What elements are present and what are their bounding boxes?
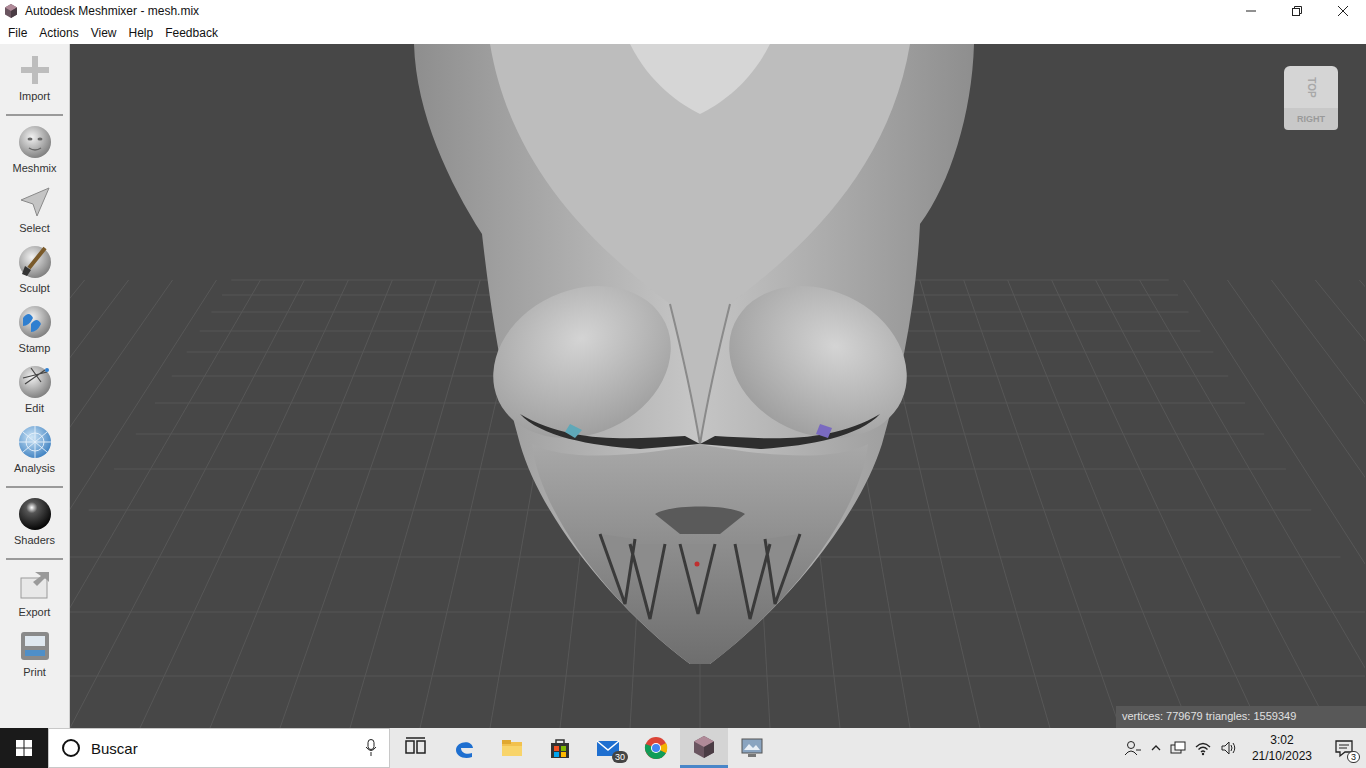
tool-label: Import xyxy=(19,90,50,102)
taskbar-app[interactable] xyxy=(632,728,680,768)
window-controls xyxy=(1228,0,1366,22)
system-tray: 3:0221/10/2023 3 xyxy=(1124,728,1366,768)
stamp-icon xyxy=(17,304,53,340)
chevron-up-icon[interactable] xyxy=(1150,739,1162,757)
clock[interactable]: 3:0221/10/2023 xyxy=(1246,732,1318,764)
menu-bar: FileActionsViewHelpFeedback xyxy=(0,22,1366,44)
taskbar-app[interactable] xyxy=(440,728,488,768)
export-icon xyxy=(17,568,53,604)
store-icon xyxy=(548,736,572,760)
tool-button[interactable]: Sculpt xyxy=(5,244,65,300)
tool-button[interactable]: Meshmix xyxy=(5,124,65,180)
clock-time: 3:02 xyxy=(1270,732,1293,748)
tool-label: Select xyxy=(19,222,50,234)
search-placeholder: Buscar xyxy=(91,740,355,757)
edit-icon xyxy=(17,364,53,400)
tool-button[interactable]: Shaders xyxy=(5,496,65,552)
taskbar-app[interactable] xyxy=(680,728,728,768)
tool-label: Analysis xyxy=(14,462,55,474)
view-cube[interactable]: TOPRIGHT xyxy=(1284,66,1338,130)
people-icon[interactable] xyxy=(1124,739,1142,757)
menu-item[interactable]: File xyxy=(2,26,33,40)
microphone-icon[interactable] xyxy=(365,739,377,757)
notification-center-button[interactable]: 3 xyxy=(1326,728,1362,768)
print-icon xyxy=(17,628,53,664)
taskview-icon xyxy=(404,736,428,760)
clock-date: 21/10/2023 xyxy=(1252,748,1312,764)
wifi-icon[interactable] xyxy=(1194,739,1212,757)
menu-item[interactable]: Help xyxy=(123,26,160,40)
tool-label: Meshmix xyxy=(12,162,56,174)
tool-button[interactable]: Import xyxy=(5,52,65,108)
title-bar: Autodesk Meshmixer - mesh.mix xyxy=(0,0,1366,22)
tool-group: Meshmix Select Sculpt Stamp Edit Analysis xyxy=(6,124,63,488)
tool-button[interactable]: Analysis xyxy=(5,424,65,480)
tool-button[interactable]: Select xyxy=(5,184,65,240)
tool-label: Edit xyxy=(25,402,44,414)
menu-item[interactable]: View xyxy=(85,26,123,40)
tool-button[interactable]: Stamp xyxy=(5,304,65,360)
tool-label: Print xyxy=(23,666,46,678)
search-circle-icon xyxy=(61,738,81,758)
taskbar-app[interactable]: 30 xyxy=(584,728,632,768)
menu-item[interactable]: Actions xyxy=(33,26,84,40)
view-cube-front-face[interactable]: RIGHT xyxy=(1284,108,1338,130)
analysis-icon xyxy=(17,424,53,460)
import-icon xyxy=(17,52,53,88)
tool-label: Shaders xyxy=(14,534,55,546)
tool-label: Stamp xyxy=(19,342,51,354)
unread-badge: 30 xyxy=(612,751,628,763)
explorer-icon xyxy=(500,736,524,760)
window-title: Autodesk Meshmixer - mesh.mix xyxy=(25,4,1228,18)
view-cube-top-face[interactable]: TOP xyxy=(1284,66,1338,108)
mask-model[interactable] xyxy=(414,44,974,664)
taskbar-app[interactable] xyxy=(392,728,440,768)
volume-icon[interactable] xyxy=(1220,739,1238,757)
status-bar: vertices: 779679 triangles: 1559349 xyxy=(1116,706,1366,728)
minimize-button[interactable] xyxy=(1228,0,1274,22)
meshmixer-icon xyxy=(692,735,716,759)
sculpt-icon xyxy=(17,244,53,280)
chrome-icon xyxy=(644,736,668,760)
select-icon xyxy=(17,184,53,220)
restore-icon xyxy=(1292,6,1302,16)
restore-button[interactable] xyxy=(1274,0,1320,22)
tool-label: Sculpt xyxy=(19,282,50,294)
meshmixer-window: Autodesk Meshmixer - mesh.mix FileActions… xyxy=(0,0,1366,768)
tool-button[interactable]: Export xyxy=(5,568,65,624)
search-box[interactable]: Buscar xyxy=(48,728,390,768)
minimize-icon xyxy=(1246,6,1256,16)
tool-button[interactable]: Print xyxy=(5,628,65,684)
tool-label: Export xyxy=(19,606,51,618)
windows-logo-icon xyxy=(16,740,32,756)
mesh-scene xyxy=(70,44,1365,728)
tool-button[interactable]: Edit xyxy=(5,364,65,420)
tool-group: Shaders xyxy=(6,496,63,560)
shaders-icon xyxy=(17,496,53,532)
close-button[interactable] xyxy=(1320,0,1366,22)
3d-viewport[interactable]: TOPRIGHT vertices: 779679 triangles: 1559… xyxy=(70,44,1366,728)
tool-group: Export Print xyxy=(6,568,63,690)
tool-group: Import xyxy=(6,52,63,116)
tool-bar: Import Meshmix Select Sculpt Stamp Edit Analys… xyxy=(0,44,70,728)
monitor-icon xyxy=(740,736,764,760)
taskbar: Buscar 30 3:0221/10/2023 3 xyxy=(0,728,1366,768)
taskbar-app[interactable] xyxy=(488,728,536,768)
main-area: Import Meshmix Select Sculpt Stamp Edit Analys… xyxy=(0,44,1366,728)
taskbar-app[interactable] xyxy=(728,728,776,768)
menu-item[interactable]: Feedback xyxy=(159,26,224,40)
taskbar-app[interactable] xyxy=(536,728,584,768)
network-icon[interactable] xyxy=(1170,739,1186,757)
notification-count: 3 xyxy=(1347,751,1360,763)
meshmix-icon xyxy=(17,124,53,160)
edge-icon xyxy=(452,736,476,760)
start-button[interactable] xyxy=(0,728,48,768)
close-icon xyxy=(1338,6,1348,16)
meshmixer-logo-icon xyxy=(3,3,19,19)
taskbar-apps: 30 xyxy=(390,728,776,768)
